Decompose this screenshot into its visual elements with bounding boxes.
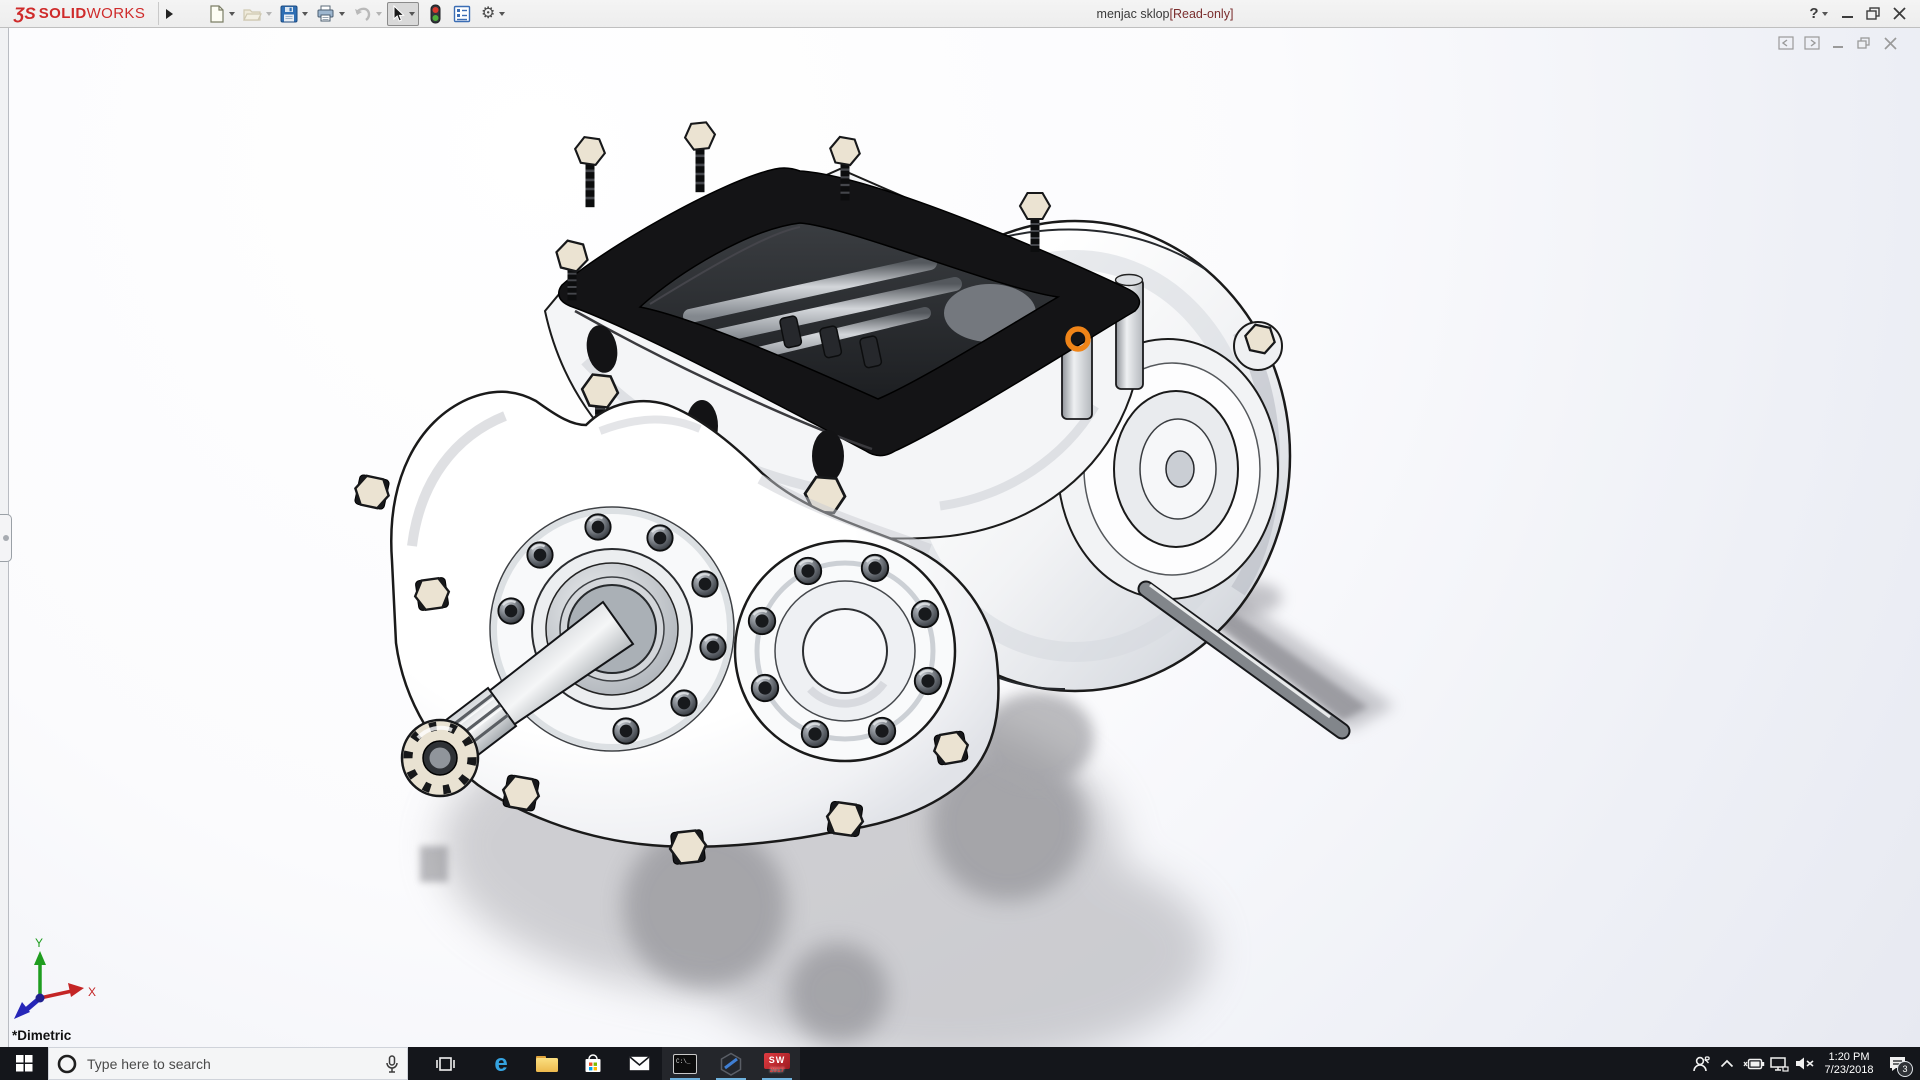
reference-triad: Y X bbox=[14, 936, 96, 1019]
battery-charging-icon bbox=[1742, 1057, 1765, 1071]
window-controls: ? bbox=[1808, 0, 1912, 27]
triad-x-label: X bbox=[88, 985, 96, 999]
task-view-button[interactable] bbox=[422, 1047, 468, 1080]
new-document-caret[interactable] bbox=[229, 12, 235, 16]
select-tool-button-active[interactable] bbox=[387, 2, 419, 26]
battery-button[interactable] bbox=[1740, 1047, 1766, 1080]
taskbar-search[interactable] bbox=[48, 1047, 408, 1080]
new-document-button[interactable] bbox=[205, 2, 228, 26]
undo-arrow-icon bbox=[353, 6, 372, 22]
taskbar-app-edge[interactable]: e bbox=[478, 1047, 524, 1080]
taskbar-app-file-explorer[interactable] bbox=[524, 1047, 570, 1080]
logo-text-works: WORKS bbox=[87, 5, 146, 22]
print-button[interactable] bbox=[313, 2, 338, 26]
start-button[interactable] bbox=[0, 1047, 48, 1080]
volume-muted-icon bbox=[1795, 1056, 1815, 1071]
minimize-button[interactable] bbox=[1834, 0, 1860, 27]
save-floppy-icon bbox=[280, 5, 298, 23]
solidworks-logo: ƷS SOLIDWORKS bbox=[14, 0, 145, 27]
flyout-arrow-icon bbox=[166, 9, 173, 19]
mail-icon bbox=[629, 1056, 650, 1071]
center-flange bbox=[735, 541, 955, 761]
document-title: menjac sklop [Read-only] bbox=[1020, 0, 1310, 27]
solidworks-logo-mark-icon: ƷS bbox=[14, 4, 36, 24]
save-button[interactable] bbox=[277, 2, 301, 26]
print-icon bbox=[316, 5, 335, 23]
rebuild-stoplight-button[interactable] bbox=[427, 2, 444, 26]
taskbar-app-solidworks[interactable]: SW 2017 bbox=[754, 1047, 800, 1080]
clock-time: 1:20 PM bbox=[1825, 1051, 1874, 1064]
system-tray: 1:20 PM 7/23/2018 3 bbox=[1688, 1047, 1920, 1080]
taskbar-app-mail[interactable] bbox=[616, 1047, 662, 1080]
microphone-icon[interactable] bbox=[385, 1055, 399, 1073]
open-button[interactable] bbox=[240, 2, 265, 26]
microsoft-store-icon bbox=[583, 1054, 603, 1074]
file-properties-icon bbox=[453, 5, 471, 23]
minimize-icon bbox=[1841, 7, 1854, 20]
task-view-icon bbox=[435, 1056, 455, 1072]
triad-y-label: Y bbox=[35, 936, 43, 950]
file-explorer-icon bbox=[536, 1056, 558, 1072]
open-caret[interactable] bbox=[266, 12, 272, 16]
close-button[interactable] bbox=[1886, 0, 1912, 27]
edge-icon: e bbox=[494, 1052, 507, 1076]
stoplight-icon bbox=[430, 4, 441, 24]
taskbar-clock[interactable]: 1:20 PM 7/23/2018 bbox=[1818, 1047, 1880, 1080]
action-center-button[interactable]: 3 bbox=[1880, 1047, 1914, 1080]
restore-icon bbox=[1866, 7, 1880, 20]
people-button[interactable] bbox=[1688, 1047, 1714, 1080]
open-folder-icon bbox=[243, 6, 262, 22]
undo-caret[interactable] bbox=[376, 12, 382, 16]
chevron-up-icon bbox=[1720, 1059, 1734, 1068]
document-title-text: menjac sklop bbox=[1097, 7, 1170, 21]
readonly-badge: [Read-only] bbox=[1170, 7, 1234, 21]
gearbox-3d-model[interactable]: Y X bbox=[0, 28, 1920, 1047]
menu-flyout-button[interactable] bbox=[158, 2, 179, 25]
windows-logo-icon bbox=[16, 1055, 33, 1072]
undo-button[interactable] bbox=[350, 2, 375, 26]
title-bar: ƷS SOLIDWORKS bbox=[0, 0, 1920, 28]
new-document-icon bbox=[208, 5, 225, 23]
cortana-icon bbox=[57, 1054, 77, 1074]
hexagon-app-icon bbox=[719, 1052, 743, 1076]
taskbar-app-store[interactable] bbox=[570, 1047, 616, 1080]
volume-button[interactable] bbox=[1792, 1047, 1818, 1080]
clock-date: 7/23/2018 bbox=[1825, 1064, 1874, 1077]
solidworks-window: ƷS SOLIDWORKS bbox=[0, 0, 1920, 1080]
taskbar-app-command-prompt[interactable]: C:\_ bbox=[662, 1047, 708, 1080]
notification-badge: 3 bbox=[1897, 1061, 1913, 1077]
close-icon bbox=[1893, 7, 1906, 20]
network-icon bbox=[1769, 1056, 1789, 1072]
print-caret[interactable] bbox=[339, 12, 345, 16]
select-caret[interactable] bbox=[409, 12, 415, 16]
people-icon bbox=[1691, 1055, 1711, 1073]
file-properties-button[interactable] bbox=[450, 2, 474, 26]
restore-button[interactable] bbox=[1860, 0, 1886, 27]
select-cursor-icon bbox=[390, 5, 406, 23]
windows-taskbar: e C:\_ bbox=[0, 1047, 1920, 1080]
quick-access-toolbar: ⚙ bbox=[205, 1, 510, 26]
help-button[interactable]: ? bbox=[1808, 0, 1834, 27]
save-caret[interactable] bbox=[302, 12, 308, 16]
gear-icon: ⚙ bbox=[481, 6, 495, 22]
options-caret[interactable] bbox=[499, 12, 505, 16]
options-button[interactable]: ⚙ bbox=[478, 2, 498, 26]
help-caret[interactable] bbox=[1822, 12, 1828, 16]
taskbar-app-hexagon[interactable] bbox=[708, 1047, 754, 1080]
network-button[interactable] bbox=[1766, 1047, 1792, 1080]
graphics-viewport[interactable]: Y X *Dimetric bbox=[0, 28, 1920, 1047]
view-orientation-label: *Dimetric bbox=[12, 1028, 71, 1043]
command-prompt-icon: C:\_ bbox=[673, 1054, 697, 1074]
solidworks-2017-icon: SW 2017 bbox=[764, 1053, 790, 1075]
search-input[interactable] bbox=[85, 1055, 377, 1073]
hidden-icons-button[interactable] bbox=[1714, 1047, 1740, 1080]
logo-text-solid: SOLID bbox=[39, 5, 87, 22]
